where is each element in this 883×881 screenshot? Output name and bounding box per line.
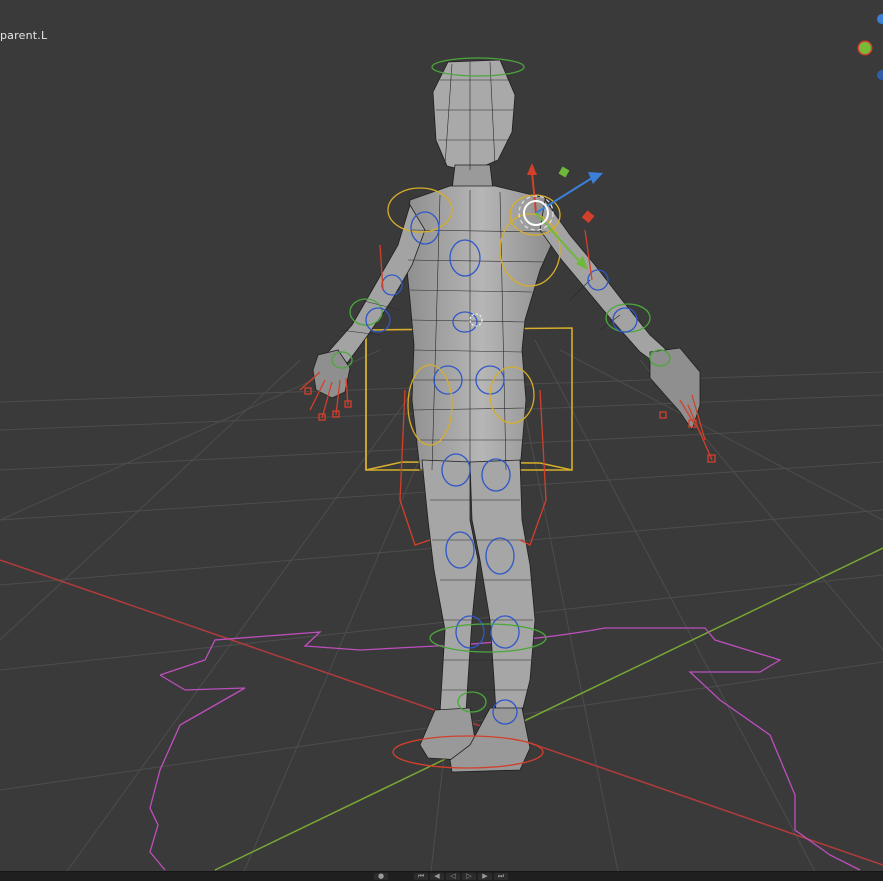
play-icon[interactable]: ▷	[462, 873, 476, 880]
step-forward-icon[interactable]: ▶	[478, 873, 492, 880]
y-axis-line	[214, 547, 883, 871]
y-axis-dot[interactable]	[859, 42, 871, 54]
3d-viewport[interactable]: parent.L	[0, 0, 883, 881]
hand-right	[649, 347, 701, 431]
x-axis-dot[interactable]	[877, 14, 883, 24]
playback-bar: ● ⏮ ◀ ◁ ▷ ▶ ⏭	[0, 871, 883, 881]
character-mesh	[312, 59, 701, 773]
leg-left	[421, 459, 479, 713]
jump-start-icon[interactable]: ⏮	[414, 873, 428, 880]
step-back-icon[interactable]: ◀	[430, 873, 444, 880]
active-object-label: parent.L	[0, 29, 48, 42]
play-reverse-icon[interactable]: ◁	[446, 873, 460, 880]
jump-end-icon[interactable]: ⏭	[494, 873, 508, 880]
head	[432, 59, 516, 173]
z-axis-dot[interactable]	[877, 70, 883, 80]
viewport-canvas[interactable]	[0, 0, 883, 881]
leg-right	[469, 459, 536, 713]
record-icon[interactable]: ●	[374, 873, 388, 880]
